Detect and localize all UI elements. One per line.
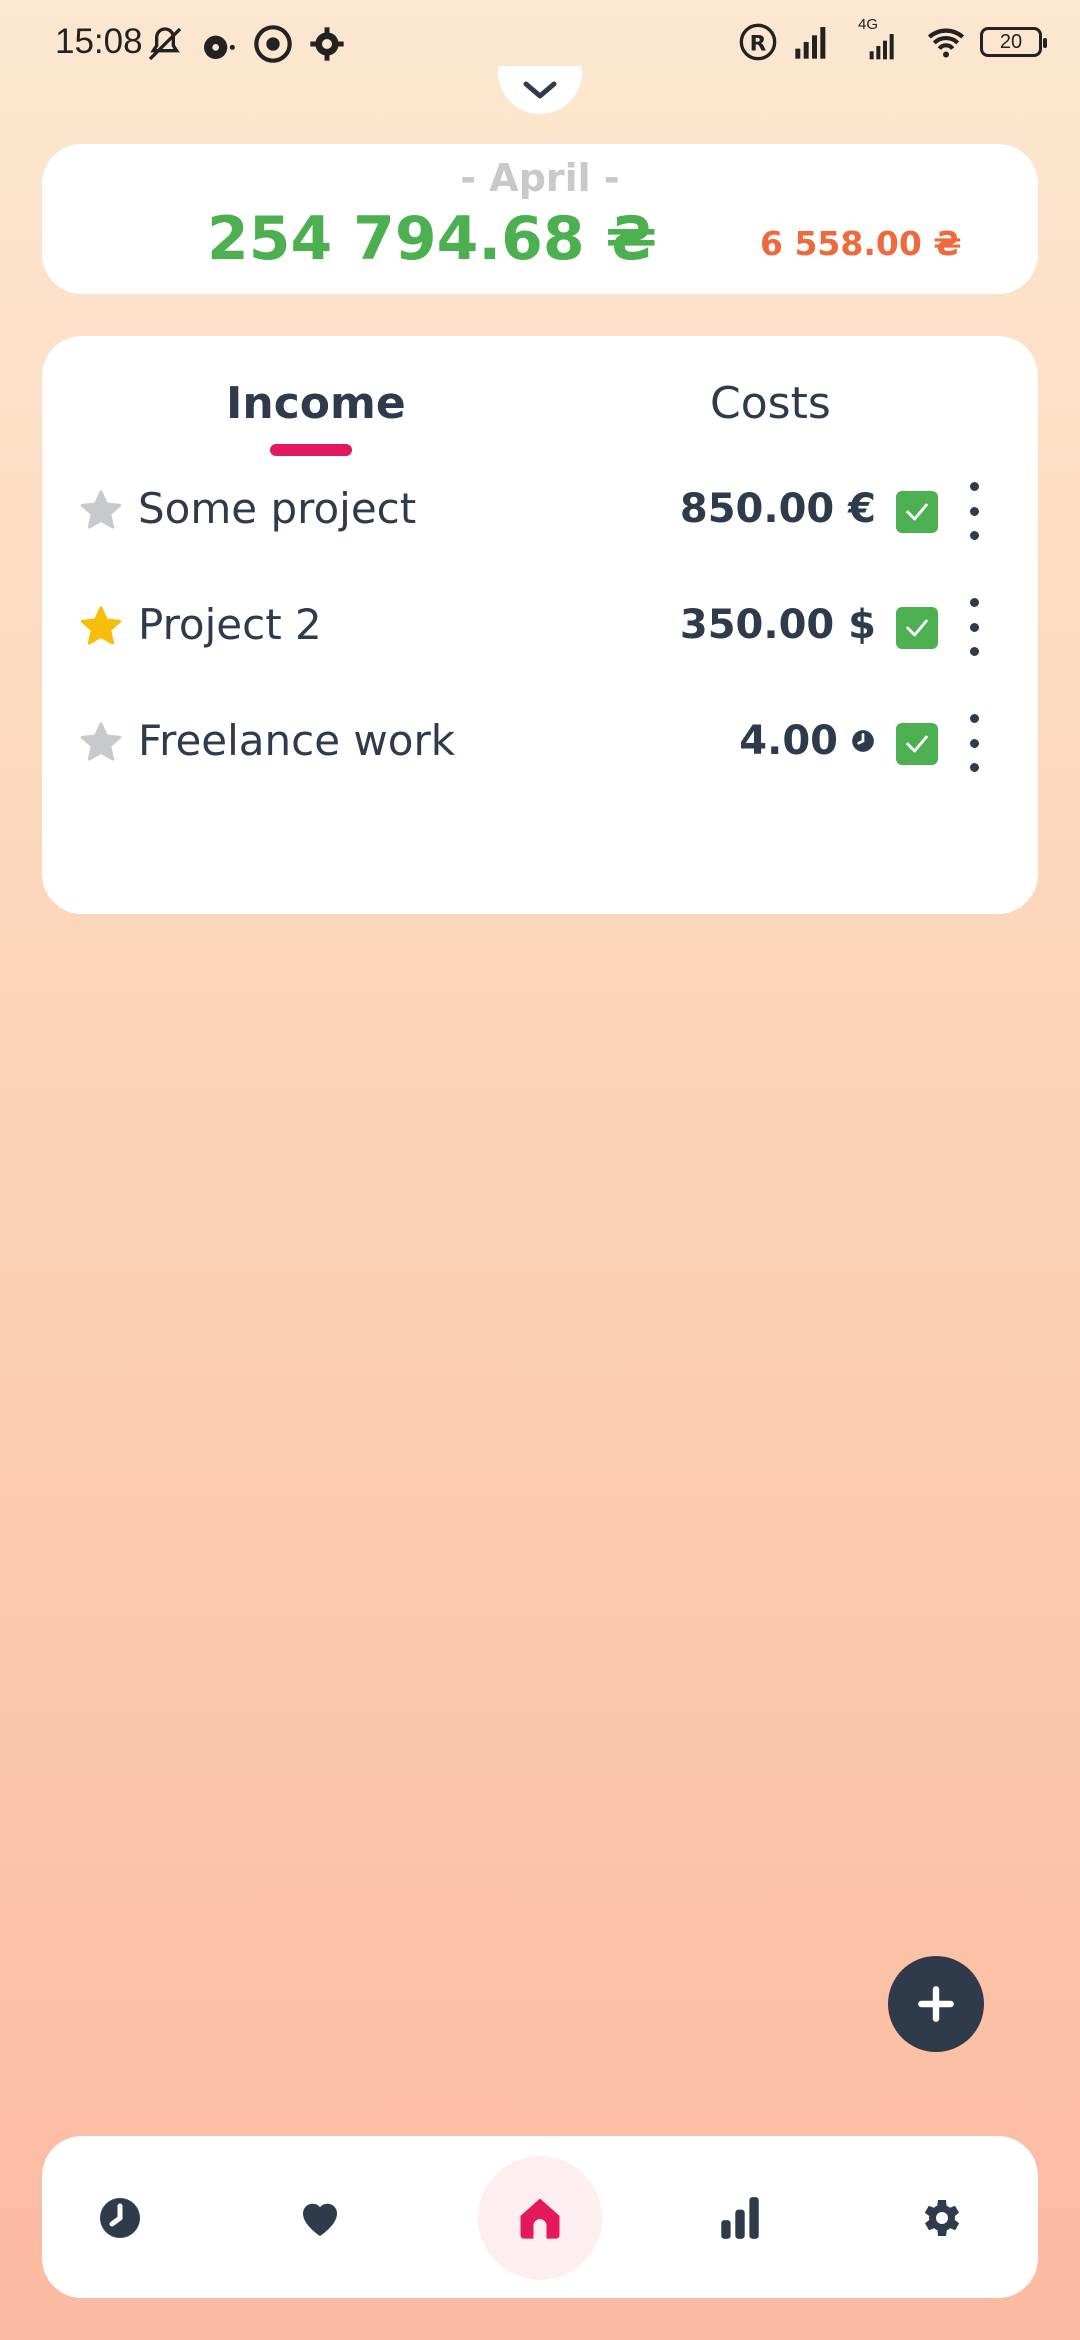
more-options-button[interactable] bbox=[962, 482, 986, 540]
home-icon bbox=[520, 2198, 560, 2239]
tab-income[interactable]: Income bbox=[226, 378, 406, 429]
heart-icon bbox=[302, 2203, 338, 2236]
plus-icon bbox=[918, 1986, 954, 2022]
music-icon bbox=[204, 35, 235, 59]
more-options-button[interactable] bbox=[962, 598, 986, 656]
star-icon[interactable] bbox=[78, 720, 124, 766]
bar-chart-icon bbox=[721, 2197, 759, 2239]
battery-level: 20 bbox=[999, 30, 1023, 53]
active-tab-indicator bbox=[270, 444, 352, 456]
more-options-button[interactable] bbox=[962, 714, 986, 772]
star-icon[interactable] bbox=[78, 488, 124, 534]
wifi-icon bbox=[927, 28, 965, 58]
nav-history[interactable] bbox=[58, 2156, 182, 2280]
signal-4g-icon: 4G bbox=[846, 16, 912, 62]
item-amount: 850.00 € bbox=[679, 486, 876, 532]
cost-total: 6 558.00 ₴ bbox=[760, 224, 962, 263]
item-amount: 4.00 bbox=[739, 718, 876, 764]
item-name: Some project bbox=[138, 484, 417, 533]
clock-icon bbox=[852, 730, 874, 752]
bell-off-icon bbox=[148, 27, 182, 61]
signal-icon bbox=[795, 27, 826, 59]
tab-costs[interactable]: Costs bbox=[710, 378, 831, 429]
chevron-down-icon bbox=[523, 81, 557, 99]
item-checkbox[interactable] bbox=[896, 607, 938, 649]
income-total: 254 794.68 ₴ bbox=[207, 204, 658, 274]
nav-favorites[interactable] bbox=[258, 2156, 382, 2280]
gear-icon bbox=[310, 27, 344, 61]
nav-settings[interactable] bbox=[878, 2156, 1002, 2280]
star-icon[interactable] bbox=[78, 604, 124, 650]
list-item[interactable]: Some project 850.00 € bbox=[42, 470, 1038, 550]
collapse-summary-button[interactable] bbox=[498, 66, 582, 114]
check-icon bbox=[906, 503, 928, 521]
check-icon bbox=[906, 735, 928, 753]
status-time: 15:08 bbox=[55, 22, 143, 61]
item-name: Freelance work bbox=[138, 716, 456, 765]
battery-icon: 20 bbox=[980, 27, 1047, 57]
bottom-navigation bbox=[42, 2136, 1038, 2298]
clock-icon bbox=[100, 2198, 140, 2238]
item-amount: 350.00 $ bbox=[679, 602, 876, 648]
transactions-card: Income Costs Some project 850.00 € Proje… bbox=[42, 336, 1038, 914]
item-amount-value: 4.00 bbox=[739, 718, 838, 764]
nav-home[interactable] bbox=[478, 2156, 602, 2280]
nav-statistics[interactable] bbox=[678, 2156, 802, 2280]
check-icon bbox=[906, 619, 928, 637]
add-entry-button[interactable] bbox=[888, 1956, 984, 2052]
svg-text:R: R bbox=[750, 31, 767, 56]
item-checkbox[interactable] bbox=[896, 723, 938, 765]
month-label[interactable]: - April - bbox=[42, 156, 1038, 200]
registered-icon: R bbox=[739, 23, 777, 61]
item-name: Project 2 bbox=[138, 600, 322, 649]
gear-icon bbox=[924, 2200, 960, 2236]
item-checkbox[interactable] bbox=[896, 491, 938, 533]
list-item[interactable]: Project 2 350.00 $ bbox=[42, 586, 1038, 666]
chrome-icon bbox=[254, 25, 292, 63]
month-summary-card: - April - 254 794.68 ₴ 6 558.00 ₴ bbox=[42, 144, 1038, 294]
list-item[interactable]: Freelance work 4.00 bbox=[42, 702, 1038, 782]
